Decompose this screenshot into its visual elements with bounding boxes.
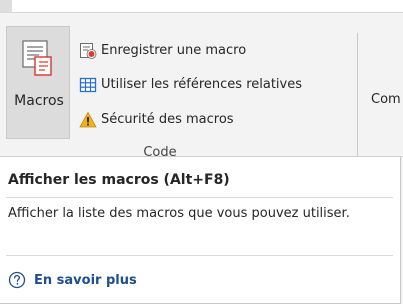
macro-security-label: Sécurité des macros xyxy=(101,112,234,127)
record-macro-button[interactable]: Enregistrer une macro xyxy=(79,40,246,62)
relative-references-button[interactable]: Utiliser les références relatives xyxy=(79,74,302,96)
macros-icon xyxy=(22,40,52,76)
next-group-partial-label[interactable]: Com xyxy=(371,92,401,107)
relative-references-label: Utiliser les références relatives xyxy=(101,77,302,92)
relative-references-icon xyxy=(79,76,97,94)
tooltip-description: Afficher la liste des macros que vous po… xyxy=(8,206,350,221)
record-macro-label: Enregistrer une macro xyxy=(101,43,247,58)
help-circle-icon xyxy=(8,271,26,289)
record-macro-icon xyxy=(79,42,97,60)
tooltip-divider xyxy=(6,255,393,256)
tooltip-title: Afficher les macros (Alt+F8) xyxy=(8,172,230,188)
ribbon-developer-group: Macros Enregistrer une macro Utiliser le xyxy=(0,13,403,161)
tooltip-divider xyxy=(6,197,393,198)
macros-button-label: Macros xyxy=(14,93,64,109)
macros-button[interactable]: Macros xyxy=(6,26,70,139)
learn-more-link[interactable]: En savoir plus xyxy=(8,271,137,289)
warning-icon xyxy=(79,111,97,129)
group-separator xyxy=(357,33,358,161)
learn-more-label: En savoir plus xyxy=(34,272,137,288)
macro-security-button[interactable]: Sécurité des macros xyxy=(79,109,234,131)
screen-tip: Afficher les macros (Alt+F8) Afficher la… xyxy=(0,157,401,304)
ribbon-tab-strip xyxy=(0,0,403,13)
tab-strip-fragment xyxy=(0,0,12,12)
